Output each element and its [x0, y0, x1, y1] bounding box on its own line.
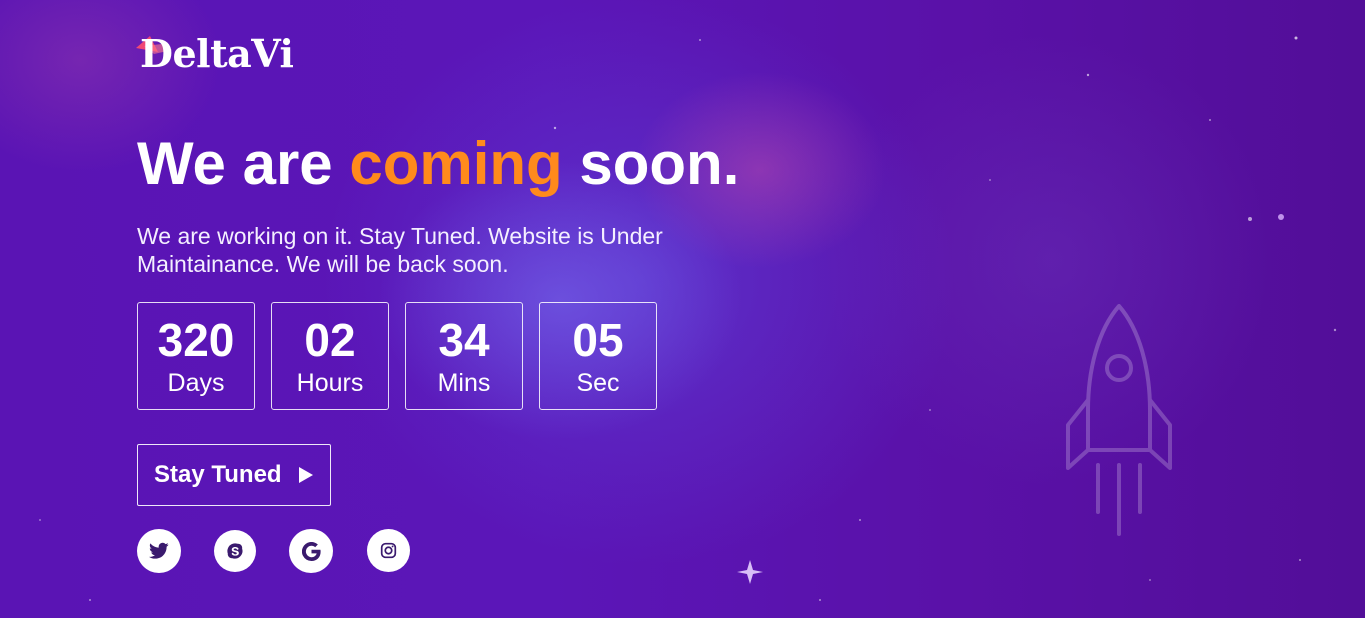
- countdown-hours: 02 Hours: [271, 302, 389, 410]
- rocket-icon: [1066, 304, 1172, 536]
- twitter-link[interactable]: [137, 529, 181, 573]
- twitter-button[interactable]: [137, 529, 181, 573]
- page-subtitle: We are working on it. Stay Tuned. Websit…: [137, 223, 663, 277]
- countdown-label: Mins: [437, 369, 491, 397]
- countdown-label: Days: [167, 369, 225, 397]
- countdown-label: Hours: [296, 369, 364, 397]
- countdown-timer: 320 Days 02 Hours 34 Mins 05 Sec: [137, 302, 657, 410]
- play-triangle-icon: [298, 467, 313, 483]
- stay-tuned-label: Stay Tuned: [154, 461, 282, 488]
- countdown-value: 02: [304, 314, 356, 366]
- countdown-label: Sec: [576, 369, 620, 397]
- skype-button[interactable]: [214, 530, 256, 572]
- google-link[interactable]: [289, 529, 333, 573]
- brand-logo[interactable]: DeltaVi: [136, 31, 294, 76]
- logo-text: DeltaVi: [140, 31, 294, 76]
- google-icon: [301, 541, 321, 561]
- countdown-mins: 34 Mins: [405, 302, 523, 410]
- skype-link[interactable]: [214, 529, 256, 572]
- countdown-value: 05: [572, 314, 624, 366]
- google-button[interactable]: [289, 529, 333, 573]
- skype-icon: [227, 543, 243, 559]
- headline-start: We are: [137, 130, 333, 197]
- instagram-link[interactable]: [367, 529, 410, 572]
- countdown-value: 34: [438, 314, 490, 366]
- stay-tuned-button[interactable]: Stay Tuned: [137, 444, 331, 506]
- countdown-sec: 05 Sec: [539, 302, 657, 410]
- countdown-days: 320 Days: [137, 302, 255, 410]
- twitter-icon: [149, 542, 169, 559]
- headline-end: soon.: [579, 130, 740, 197]
- instagram-icon: [380, 542, 397, 559]
- instagram-button[interactable]: [367, 529, 410, 572]
- countdown-value: 320: [157, 314, 235, 366]
- headline-accent: coming: [349, 130, 563, 197]
- page-headline: We are coming soon.: [137, 128, 739, 200]
